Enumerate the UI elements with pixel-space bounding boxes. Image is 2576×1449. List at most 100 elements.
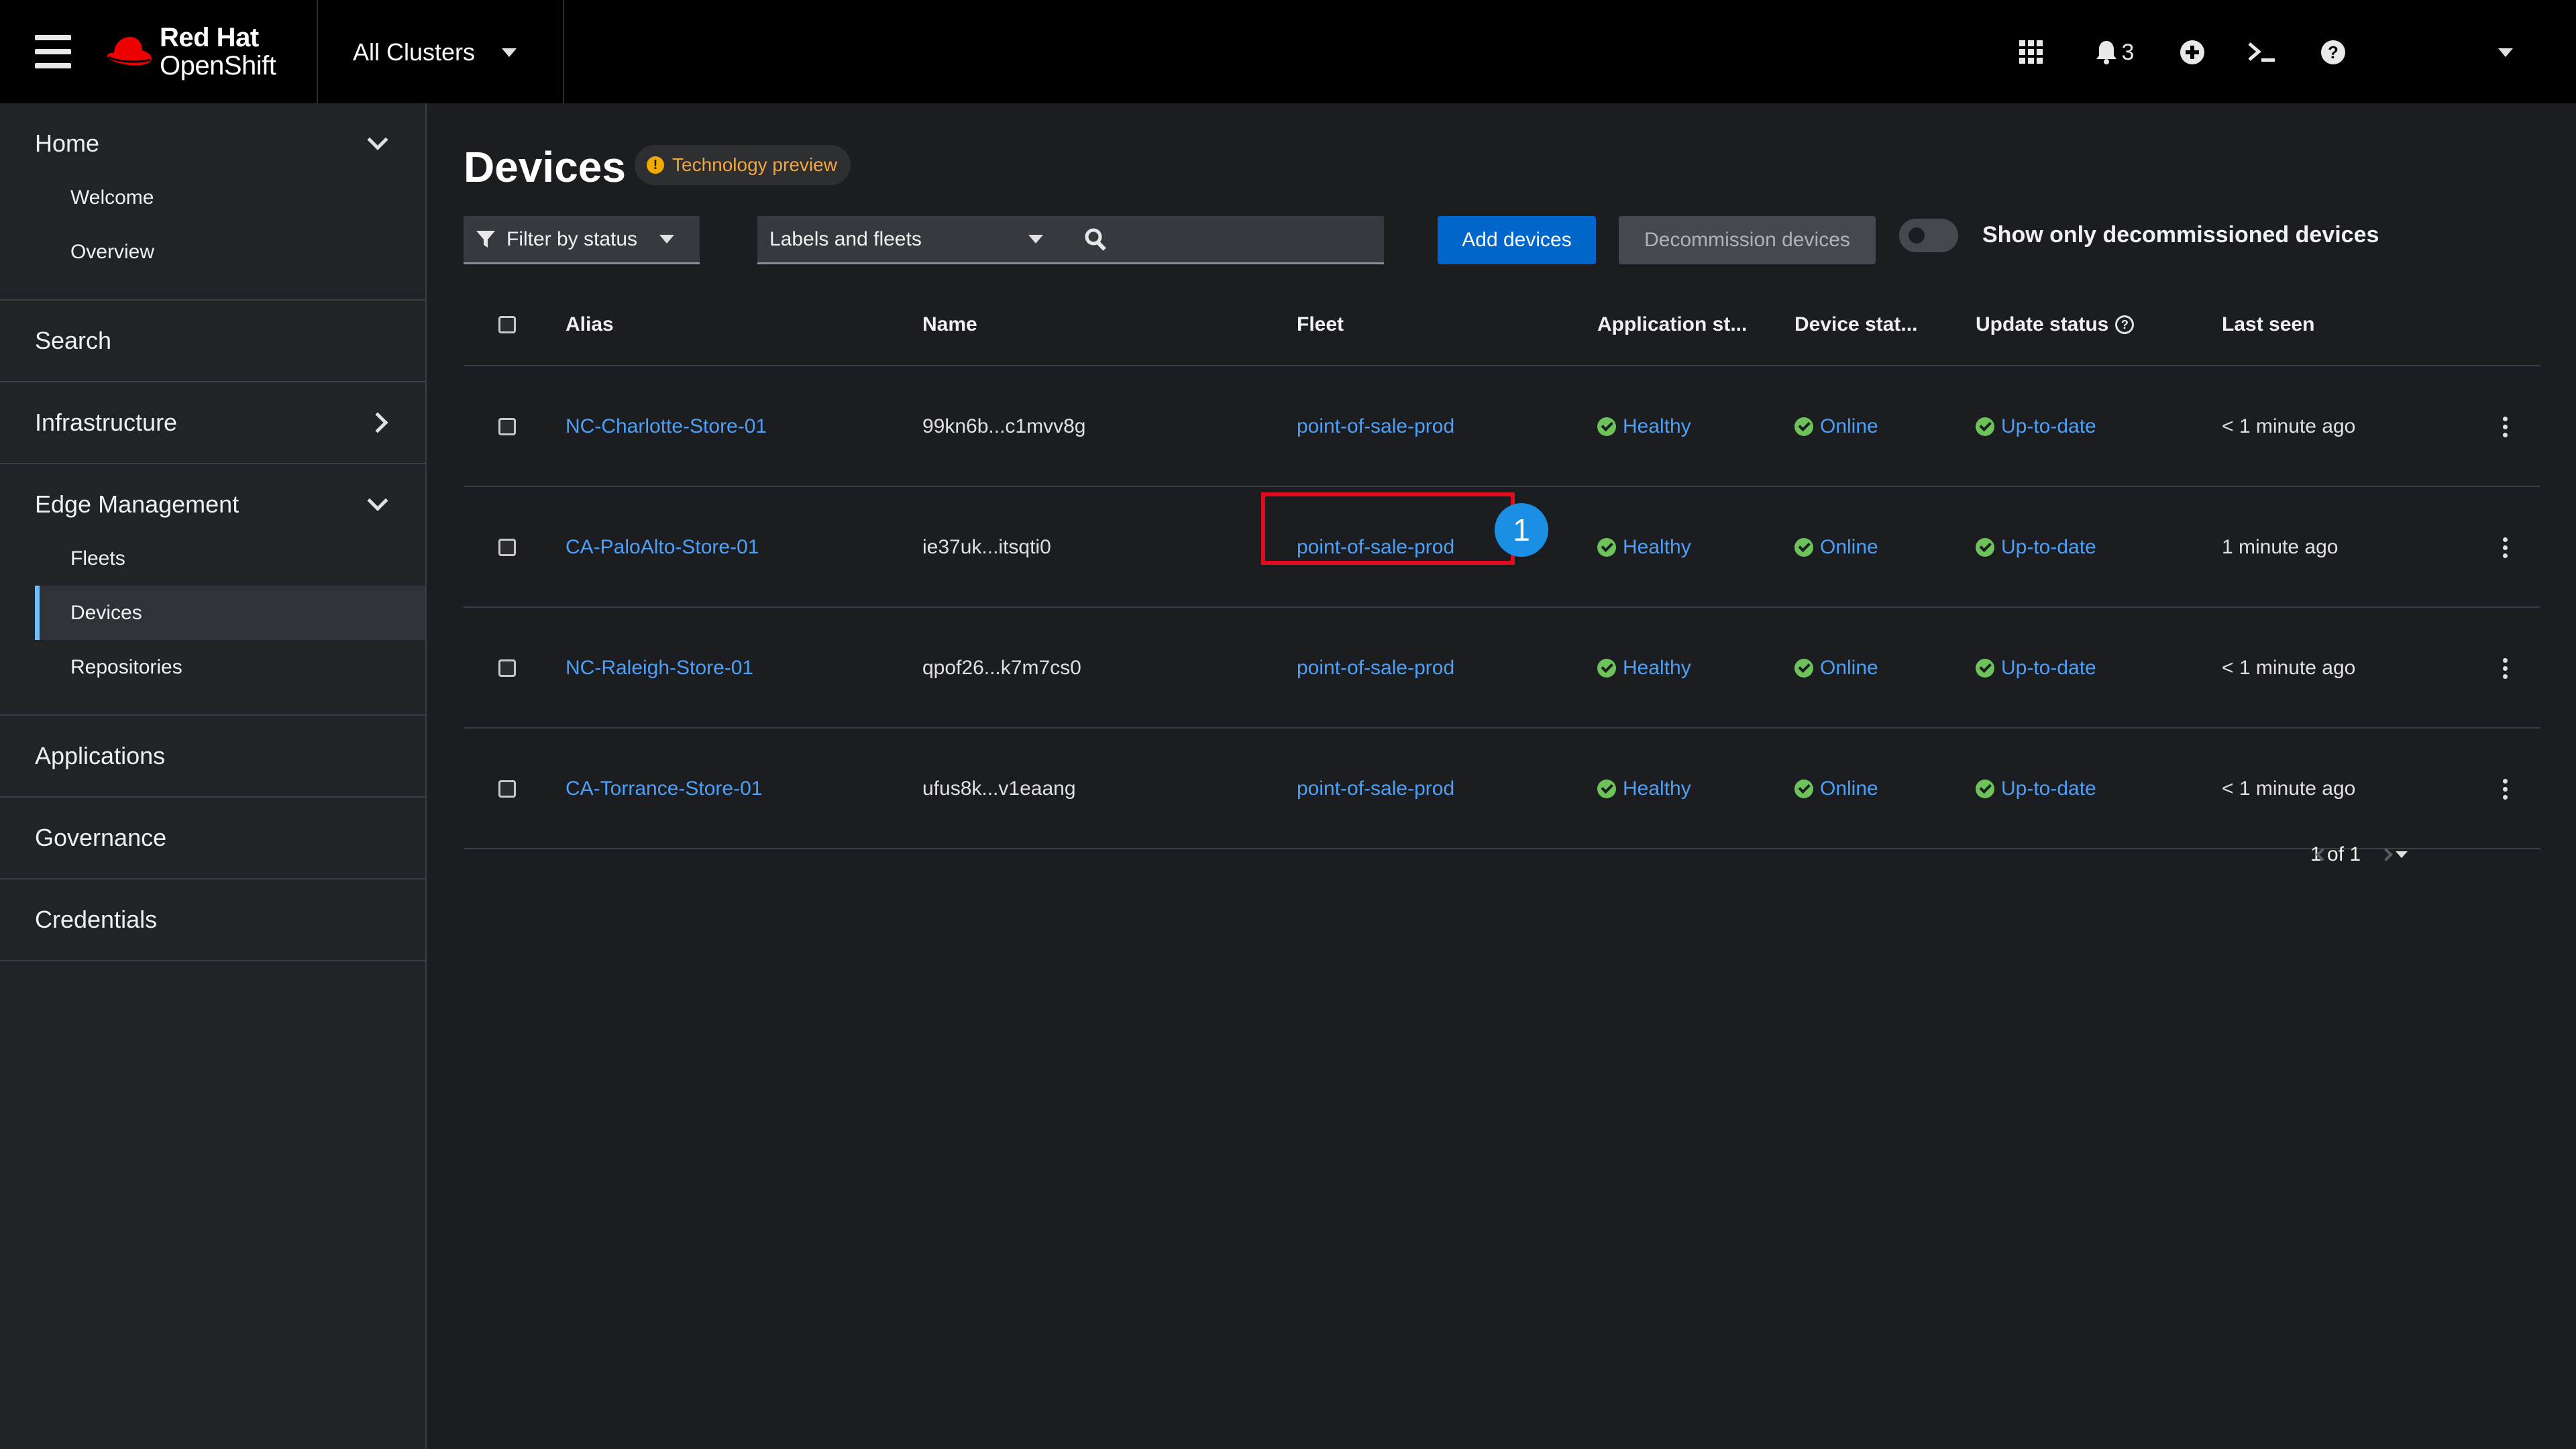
- checkbox[interactable]: [498, 780, 516, 798]
- nav-sub-edge-management: Fleets Devices Repositories: [0, 531, 425, 714]
- device-alias-link[interactable]: CA-PaloAlto-Store-01: [566, 487, 759, 608]
- device-alias-link[interactable]: NC-Raleigh-Store-01: [566, 608, 753, 729]
- nav-header-label: Edge Management: [35, 490, 239, 518]
- select-all-checkbox[interactable]: [498, 316, 516, 333]
- help-icon[interactable]: ?: [2115, 315, 2135, 334]
- app-launcher-grid-icon[interactable]: [2017, 32, 2046, 72]
- fleet-link[interactable]: point-of-sale-prod: [1297, 366, 1454, 487]
- status-text: Online: [1820, 415, 1878, 437]
- search-input[interactable]: [1121, 227, 1384, 251]
- labels-and-fleets-select[interactable]: Labels and fleets: [757, 216, 1069, 264]
- row-checkbox[interactable]: [498, 608, 516, 729]
- filter-by-status-select[interactable]: Filter by status: [464, 216, 700, 264]
- device-status: Online: [1794, 366, 1878, 487]
- row-actions-kebab-icon[interactable]: [2503, 608, 2508, 729]
- brand-line-2: OpenShift: [160, 51, 276, 80]
- notifications-button[interactable]: 3: [2088, 32, 2141, 72]
- table-row: NC-Raleigh-Store-01 qpof26...k7m7cs0 poi…: [464, 608, 2540, 729]
- status-text: Healthy: [1623, 777, 1691, 800]
- nav-header-governance[interactable]: Governance: [0, 798, 425, 878]
- row-actions-kebab-icon[interactable]: [2503, 729, 2508, 849]
- sidebar-item-welcome[interactable]: Welcome: [0, 170, 425, 225]
- row-checkbox[interactable]: [498, 366, 516, 487]
- row-checkbox[interactable]: [498, 487, 516, 608]
- column-header-last-seen[interactable]: Last seen: [2222, 313, 2314, 336]
- last-seen: < 1 minute ago: [2222, 657, 2356, 679]
- checkbox[interactable]: [498, 539, 516, 556]
- update-status: Up-to-date: [1976, 729, 2096, 849]
- table-row: CA-Torrance-Store-01 ufus8k...v1eaang po…: [464, 729, 2540, 849]
- nav-header-search[interactable]: Search: [0, 301, 425, 381]
- checkbox[interactable]: [498, 659, 516, 677]
- sidebar-item-fleets[interactable]: Fleets: [0, 531, 425, 586]
- column-header-device-status[interactable]: Device stat...: [1794, 313, 1917, 336]
- status-text: Up-to-date: [2001, 415, 2096, 437]
- sidebar-item-devices[interactable]: Devices: [35, 586, 425, 640]
- bell-icon: [2096, 41, 2116, 64]
- nav-header-applications[interactable]: Applications: [0, 716, 425, 796]
- decommission-devices-button[interactable]: Decommission devices: [1619, 216, 1876, 264]
- check-circle-icon: [1597, 659, 1616, 678]
- add-devices-button[interactable]: Add devices: [1438, 216, 1596, 264]
- status-text: Healthy: [1623, 657, 1691, 679]
- last-seen: < 1 minute ago: [2222, 415, 2356, 437]
- labels-and-fleets-label: Labels and fleets: [769, 227, 922, 250]
- status-text: Online: [1820, 777, 1878, 800]
- show-decommissioned-toggle[interactable]: [1899, 219, 1958, 252]
- check-circle-icon: [1597, 417, 1616, 436]
- status-text: Online: [1820, 657, 1878, 679]
- caret-down-icon: [659, 235, 674, 244]
- application-status: Healthy: [1597, 487, 1691, 608]
- column-header-update-status[interactable]: Update status ?: [1976, 313, 2135, 336]
- plus-circle-icon: [2180, 40, 2204, 64]
- red-hat-openshift-logo[interactable]: Red Hat OpenShift: [105, 20, 276, 83]
- check-circle-icon: [1597, 780, 1616, 798]
- column-header-alias[interactable]: Alias: [566, 313, 614, 336]
- filter-icon: [476, 230, 495, 248]
- application-status: Healthy: [1597, 366, 1691, 487]
- nav-group-home: Home Welcome Overview: [0, 103, 425, 301]
- check-circle-icon: [1976, 538, 1994, 557]
- red-hat-icon: [107, 37, 152, 66]
- terminal-button[interactable]: [2247, 32, 2277, 72]
- table-row: NC-Charlotte-Store-01 99kn6b...c1mvv8g p…: [464, 366, 2540, 487]
- nav-header-infrastructure[interactable]: Infrastructure: [0, 382, 425, 463]
- cluster-switcher[interactable]: All Clusters: [353, 34, 517, 71]
- application-status: Healthy: [1597, 729, 1691, 849]
- column-header-name[interactable]: Name: [922, 313, 977, 336]
- checkbox[interactable]: [498, 418, 516, 435]
- check-circle-icon: [1976, 417, 1994, 436]
- brand-line-1: Red Hat: [160, 23, 259, 52]
- checkbox[interactable]: [498, 316, 516, 333]
- nav-group-search: Search: [0, 301, 425, 382]
- device-alias-link[interactable]: NC-Charlotte-Store-01: [566, 366, 767, 487]
- nav-group-governance: Governance: [0, 798, 425, 879]
- nav-header-credentials[interactable]: Credentials: [0, 879, 425, 960]
- row-checkbox[interactable]: [498, 729, 516, 849]
- masthead: Red Hat OpenShift All Clusters 3 ?: [0, 0, 2576, 103]
- row-actions-kebab-icon[interactable]: [2503, 487, 2508, 608]
- last-seen: < 1 minute ago: [2222, 777, 2356, 800]
- sidebar-item-overview[interactable]: Overview: [0, 225, 425, 279]
- sidebar-item-repositories[interactable]: Repositories: [0, 640, 425, 694]
- add-button[interactable]: [2178, 32, 2207, 72]
- row-actions-kebab-icon[interactable]: [2503, 366, 2508, 487]
- caret-down-icon: [502, 48, 517, 57]
- fleet-link[interactable]: point-of-sale-prod: [1297, 608, 1454, 729]
- search-icon: [1085, 228, 1106, 251]
- caret-down-icon: [2498, 48, 2513, 57]
- hamburger-menu-icon[interactable]: [35, 35, 71, 68]
- user-menu-toggle[interactable]: [2496, 32, 2516, 72]
- device-alias-link[interactable]: CA-Torrance-Store-01: [566, 729, 762, 849]
- update-status: Up-to-date: [1976, 608, 2096, 729]
- search-field[interactable]: [1069, 216, 1384, 264]
- fleet-link[interactable]: point-of-sale-prod: [1297, 729, 1454, 849]
- last-seen: 1 minute ago: [2222, 536, 2339, 558]
- help-button[interactable]: ?: [2318, 32, 2348, 72]
- column-header-application-status[interactable]: Application st...: [1597, 313, 1747, 336]
- show-decommissioned-label: Show only decommissioned devices: [1982, 221, 2379, 248]
- table-header: Alias Name Fleet Application st... Devic…: [464, 284, 2540, 366]
- column-header-fleet[interactable]: Fleet: [1297, 313, 1344, 336]
- sidebar-nav: Home Welcome Overview Search Infrastruct…: [0, 103, 427, 1449]
- notification-count: 3: [2121, 39, 2135, 65]
